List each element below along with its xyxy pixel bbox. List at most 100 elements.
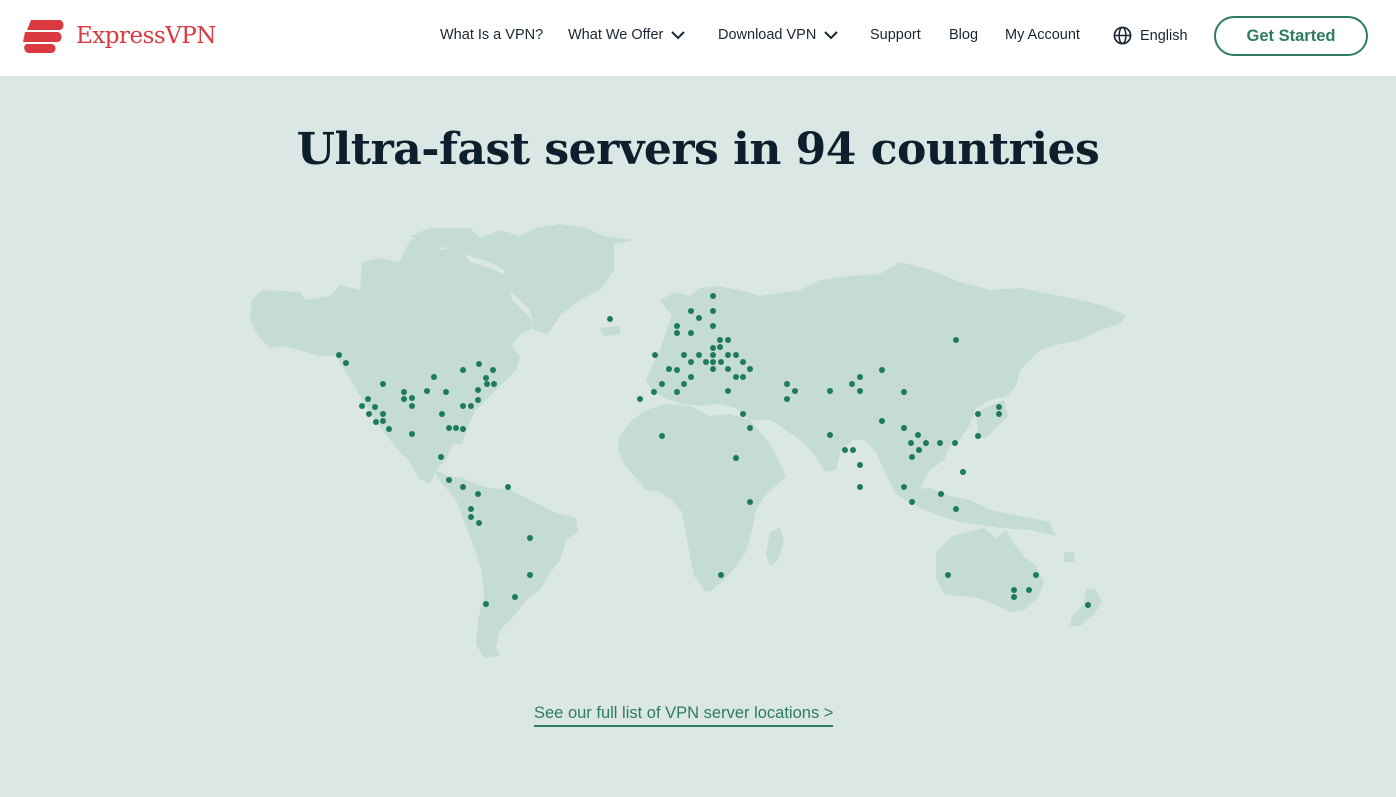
server-locations-link[interactable]: See our full list of VPN server location… <box>534 704 834 727</box>
server-location-dot <box>879 418 885 424</box>
server-location-dot <box>431 374 437 380</box>
page-title: Ultra-fast servers in 94 countries <box>296 124 1100 175</box>
server-location-dot <box>1085 602 1091 608</box>
server-location-dot <box>733 455 739 461</box>
server-location-dot <box>996 411 1002 417</box>
server-location-dot <box>666 366 672 372</box>
server-location-dot <box>725 337 731 343</box>
server-location-dot <box>468 506 474 512</box>
server-location-dot <box>637 396 643 402</box>
server-location-dot <box>359 403 365 409</box>
server-location-dot <box>401 389 407 395</box>
server-location-dot <box>733 374 739 380</box>
server-location-dot <box>952 440 958 446</box>
server-location-dot <box>409 395 415 401</box>
server-location-dot <box>343 360 349 366</box>
server-location-dot <box>652 352 658 358</box>
server-location-dot <box>717 337 723 343</box>
server-location-dot <box>386 426 392 432</box>
server-location-dot <box>850 447 856 453</box>
pacific-island-land <box>1064 552 1074 562</box>
server-location-dot <box>468 514 474 520</box>
server-location-dot <box>842 447 848 453</box>
server-location-dot <box>953 337 959 343</box>
server-location-dot <box>1011 587 1017 593</box>
server-location-dot <box>710 308 716 314</box>
server-location-dot <box>747 366 753 372</box>
server-location-dot <box>438 454 444 460</box>
server-location-dot <box>908 440 914 446</box>
server-location-dot <box>718 359 724 365</box>
server-location-dot <box>460 403 466 409</box>
server-location-dot <box>1026 587 1032 593</box>
server-location-dot <box>688 308 694 314</box>
server-location-dot <box>717 344 723 350</box>
iceland-land <box>600 326 620 336</box>
server-location-dot <box>725 388 731 394</box>
south-america-land <box>432 468 578 658</box>
server-location-dot <box>879 367 885 373</box>
server-location-dot <box>696 352 702 358</box>
server-location-dot <box>380 381 386 387</box>
server-location-dot <box>901 425 907 431</box>
server-location-dot <box>460 367 466 373</box>
server-location-dot <box>937 440 943 446</box>
server-location-dot <box>527 572 533 578</box>
server-location-dot <box>857 462 863 468</box>
server-location-dot <box>380 418 386 424</box>
server-location-dot <box>475 491 481 497</box>
server-location-dot <box>475 387 481 393</box>
server-location-dot <box>901 389 907 395</box>
server-location-dot <box>710 366 716 372</box>
server-location-dot <box>688 374 694 380</box>
server-location-dot <box>996 404 1002 410</box>
server-location-dot <box>681 381 687 387</box>
server-location-dot <box>827 432 833 438</box>
server-location-dot <box>923 440 929 446</box>
server-location-dot <box>909 454 915 460</box>
server-location-dot <box>674 323 680 329</box>
server-location-dot <box>468 403 474 409</box>
server-location-dot <box>443 389 449 395</box>
world-server-map <box>250 224 1126 658</box>
server-location-dot <box>380 411 386 417</box>
madagascar-land <box>766 528 784 566</box>
server-location-dot <box>460 484 466 490</box>
server-location-dot <box>857 374 863 380</box>
server-location-dot <box>409 431 415 437</box>
server-location-dot <box>916 447 922 453</box>
server-location-dot <box>725 366 731 372</box>
server-location-dot <box>953 506 959 512</box>
server-location-dot <box>512 594 518 600</box>
server-location-dot <box>710 352 716 358</box>
server-location-dot <box>446 425 452 431</box>
server-location-dot <box>740 374 746 380</box>
server-location-dot <box>784 396 790 402</box>
server-location-dot <box>439 411 445 417</box>
server-location-dot <box>659 381 665 387</box>
server-location-dot <box>909 499 915 505</box>
server-location-dot <box>688 359 694 365</box>
server-location-dot <box>336 352 342 358</box>
server-location-dot <box>446 477 452 483</box>
server-location-dot <box>747 425 753 431</box>
server-location-dot <box>710 293 716 299</box>
server-location-dot <box>424 388 430 394</box>
server-location-dot <box>659 433 665 439</box>
server-location-dot <box>476 520 482 526</box>
server-location-dot <box>475 397 481 403</box>
server-location-dot <box>733 352 739 358</box>
server-location-dot <box>1011 594 1017 600</box>
server-location-dot <box>491 381 497 387</box>
server-location-dot <box>747 499 753 505</box>
australia-land <box>936 528 1044 612</box>
africa-land <box>618 404 786 592</box>
server-location-dot <box>483 601 489 607</box>
server-location-dot <box>674 367 680 373</box>
server-location-dot <box>607 316 613 322</box>
server-location-dot <box>849 381 855 387</box>
server-location-dot <box>651 389 657 395</box>
server-location-dot <box>476 361 482 367</box>
server-location-dot <box>792 388 798 394</box>
server-location-dot <box>688 330 694 336</box>
